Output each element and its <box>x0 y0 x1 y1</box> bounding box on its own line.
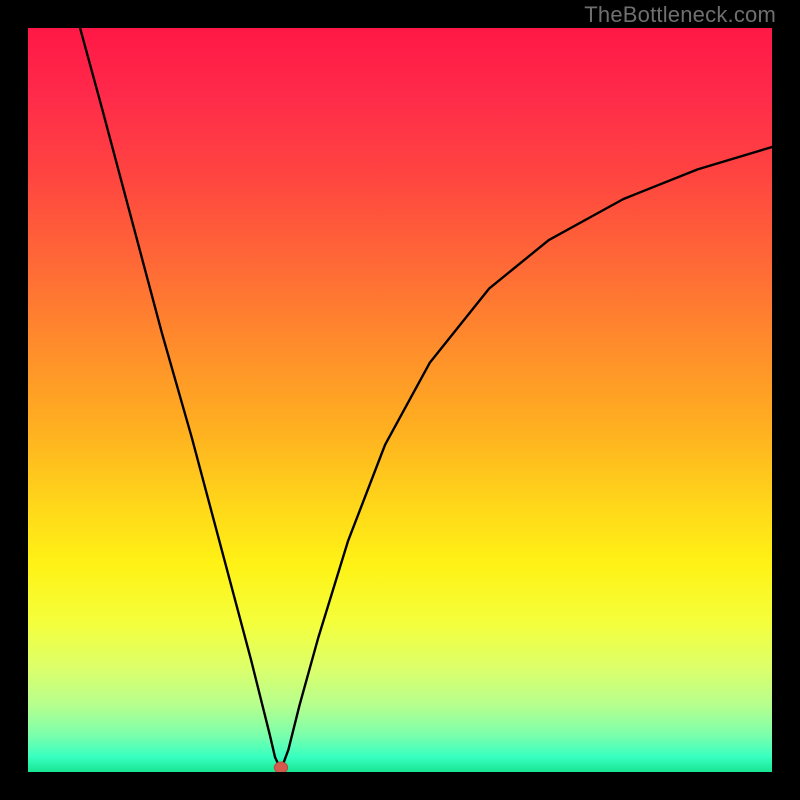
watermark-text: TheBottleneck.com <box>584 2 776 28</box>
plot-area <box>28 28 772 772</box>
optimum-marker <box>274 762 287 772</box>
bottleneck-curve <box>80 28 772 770</box>
curve-layer <box>28 28 772 772</box>
chart-frame: TheBottleneck.com <box>0 0 800 800</box>
